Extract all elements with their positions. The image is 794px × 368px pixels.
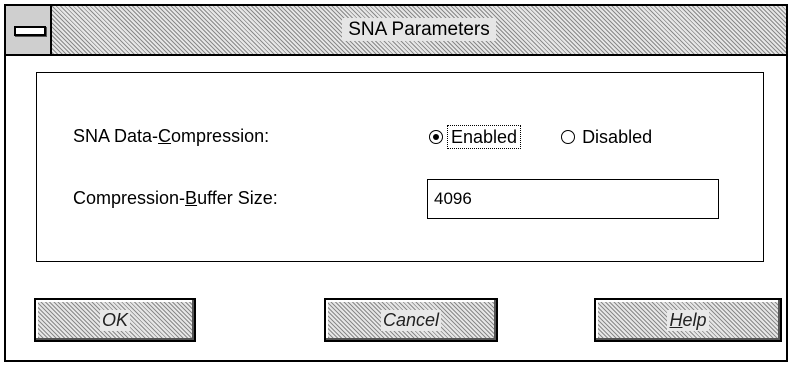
compression-enabled-label: Enabled <box>447 125 522 149</box>
title-bar[interactable]: SNA Parameters <box>6 6 786 56</box>
parameters-groupbox: SNA Data-Compression: Enabled Disabled C… <box>36 72 764 262</box>
compression-enabled-radio[interactable]: Enabled <box>429 125 522 149</box>
window-title: SNA Parameters <box>342 18 496 41</box>
help-button[interactable]: Help <box>594 298 782 342</box>
cancel-button[interactable]: Cancel <box>324 298 498 342</box>
compression-disabled-radio[interactable]: Disabled <box>561 126 655 148</box>
buffer-size-input[interactable] <box>427 179 719 219</box>
radio-unselected-icon <box>561 130 576 144</box>
compression-radio-group: Enabled Disabled <box>429 125 655 149</box>
system-menu-icon <box>14 26 46 36</box>
window-title-area: SNA Parameters <box>52 6 786 54</box>
dialog-window: SNA Parameters SNA Data-Compression: Ena… <box>4 4 788 362</box>
compression-label: SNA Data-Compression: <box>73 126 270 146</box>
radio-selected-icon <box>429 130 443 144</box>
compression-disabled-label: Disabled <box>582 127 653 147</box>
ok-button[interactable]: OK <box>34 298 196 342</box>
system-menu-button[interactable] <box>6 6 52 54</box>
buffer-size-label: Compression-Buffer Size: <box>73 188 278 208</box>
